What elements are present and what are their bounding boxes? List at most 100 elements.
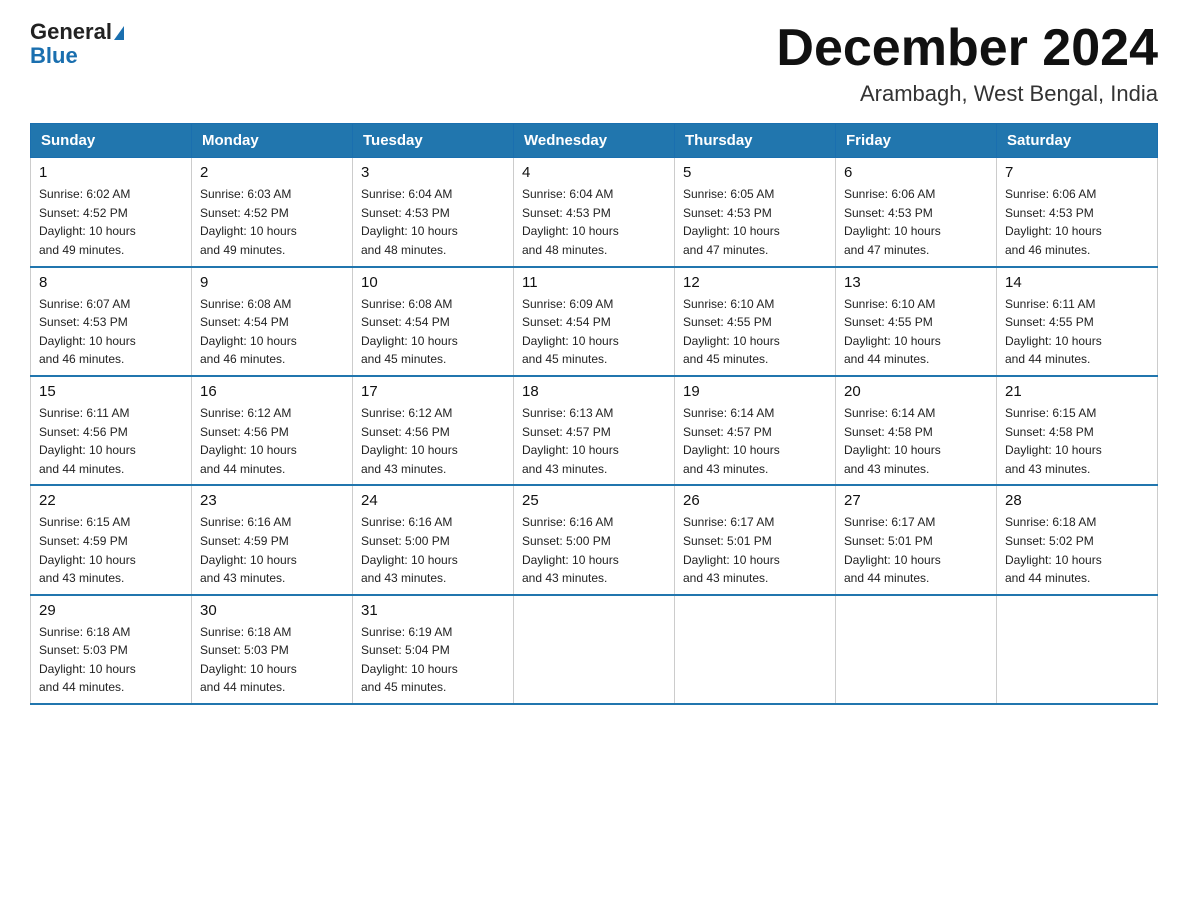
- day-number: 28: [1005, 492, 1149, 509]
- table-row: 30 Sunrise: 6:18 AMSunset: 5:03 PMDaylig…: [192, 595, 353, 704]
- table-row: 15 Sunrise: 6:11 AMSunset: 4:56 PMDaylig…: [31, 376, 192, 485]
- day-info: Sunrise: 6:17 AMSunset: 5:01 PMDaylight:…: [844, 513, 988, 587]
- col-wednesday: Wednesday: [514, 124, 675, 158]
- table-row: 3 Sunrise: 6:04 AMSunset: 4:53 PMDayligh…: [353, 158, 514, 267]
- table-row: 5 Sunrise: 6:05 AMSunset: 4:53 PMDayligh…: [675, 158, 836, 267]
- day-number: 10: [361, 274, 505, 291]
- table-row: 16 Sunrise: 6:12 AMSunset: 4:56 PMDaylig…: [192, 376, 353, 485]
- table-row: [836, 595, 997, 704]
- table-row: 1 Sunrise: 6:02 AMSunset: 4:52 PMDayligh…: [31, 158, 192, 267]
- day-number: 20: [844, 383, 988, 400]
- table-row: 27 Sunrise: 6:17 AMSunset: 5:01 PMDaylig…: [836, 485, 997, 594]
- table-row: 18 Sunrise: 6:13 AMSunset: 4:57 PMDaylig…: [514, 376, 675, 485]
- table-row: 26 Sunrise: 6:17 AMSunset: 5:01 PMDaylig…: [675, 485, 836, 594]
- table-row: 14 Sunrise: 6:11 AMSunset: 4:55 PMDaylig…: [997, 267, 1158, 376]
- day-info: Sunrise: 6:04 AMSunset: 4:53 PMDaylight:…: [522, 185, 666, 259]
- day-info: Sunrise: 6:09 AMSunset: 4:54 PMDaylight:…: [522, 295, 666, 369]
- table-row: [675, 595, 836, 704]
- day-info: Sunrise: 6:15 AMSunset: 4:59 PMDaylight:…: [39, 513, 183, 587]
- day-number: 17: [361, 383, 505, 400]
- day-info: Sunrise: 6:11 AMSunset: 4:55 PMDaylight:…: [1005, 295, 1149, 369]
- table-row: 31 Sunrise: 6:19 AMSunset: 5:04 PMDaylig…: [353, 595, 514, 704]
- day-number: 8: [39, 274, 183, 291]
- col-thursday: Thursday: [675, 124, 836, 158]
- logo-blue: Blue: [30, 43, 78, 68]
- day-number: 14: [1005, 274, 1149, 291]
- day-number: 29: [39, 602, 183, 619]
- calendar-week-row: 8 Sunrise: 6:07 AMSunset: 4:53 PMDayligh…: [31, 267, 1158, 376]
- day-number: 15: [39, 383, 183, 400]
- day-info: Sunrise: 6:07 AMSunset: 4:53 PMDaylight:…: [39, 295, 183, 369]
- table-row: 22 Sunrise: 6:15 AMSunset: 4:59 PMDaylig…: [31, 485, 192, 594]
- calendar-table: Sunday Monday Tuesday Wednesday Thursday…: [30, 123, 1158, 705]
- day-number: 7: [1005, 164, 1149, 181]
- col-sunday: Sunday: [31, 124, 192, 158]
- day-info: Sunrise: 6:06 AMSunset: 4:53 PMDaylight:…: [1005, 185, 1149, 259]
- calendar-header-row: Sunday Monday Tuesday Wednesday Thursday…: [31, 124, 1158, 158]
- calendar-week-row: 15 Sunrise: 6:11 AMSunset: 4:56 PMDaylig…: [31, 376, 1158, 485]
- col-tuesday: Tuesday: [353, 124, 514, 158]
- day-number: 3: [361, 164, 505, 181]
- day-info: Sunrise: 6:08 AMSunset: 4:54 PMDaylight:…: [200, 295, 344, 369]
- month-title: December 2024: [776, 20, 1158, 77]
- day-number: 26: [683, 492, 827, 509]
- location-title: Arambagh, West Bengal, India: [776, 81, 1158, 107]
- day-number: 18: [522, 383, 666, 400]
- day-info: Sunrise: 6:17 AMSunset: 5:01 PMDaylight:…: [683, 513, 827, 587]
- col-saturday: Saturday: [997, 124, 1158, 158]
- table-row: 2 Sunrise: 6:03 AMSunset: 4:52 PMDayligh…: [192, 158, 353, 267]
- table-row: 13 Sunrise: 6:10 AMSunset: 4:55 PMDaylig…: [836, 267, 997, 376]
- table-row: 29 Sunrise: 6:18 AMSunset: 5:03 PMDaylig…: [31, 595, 192, 704]
- table-row: 10 Sunrise: 6:08 AMSunset: 4:54 PMDaylig…: [353, 267, 514, 376]
- day-number: 30: [200, 602, 344, 619]
- calendar-week-row: 1 Sunrise: 6:02 AMSunset: 4:52 PMDayligh…: [31, 158, 1158, 267]
- table-row: 8 Sunrise: 6:07 AMSunset: 4:53 PMDayligh…: [31, 267, 192, 376]
- col-monday: Monday: [192, 124, 353, 158]
- day-number: 21: [1005, 383, 1149, 400]
- day-info: Sunrise: 6:15 AMSunset: 4:58 PMDaylight:…: [1005, 404, 1149, 478]
- day-info: Sunrise: 6:18 AMSunset: 5:03 PMDaylight:…: [200, 623, 344, 697]
- day-number: 19: [683, 383, 827, 400]
- day-number: 12: [683, 274, 827, 291]
- day-number: 27: [844, 492, 988, 509]
- day-info: Sunrise: 6:04 AMSunset: 4:53 PMDaylight:…: [361, 185, 505, 259]
- day-info: Sunrise: 6:02 AMSunset: 4:52 PMDaylight:…: [39, 185, 183, 259]
- table-row: 19 Sunrise: 6:14 AMSunset: 4:57 PMDaylig…: [675, 376, 836, 485]
- col-friday: Friday: [836, 124, 997, 158]
- day-number: 23: [200, 492, 344, 509]
- day-info: Sunrise: 6:13 AMSunset: 4:57 PMDaylight:…: [522, 404, 666, 478]
- day-number: 22: [39, 492, 183, 509]
- table-row: [514, 595, 675, 704]
- day-info: Sunrise: 6:19 AMSunset: 5:04 PMDaylight:…: [361, 623, 505, 697]
- table-row: 20 Sunrise: 6:14 AMSunset: 4:58 PMDaylig…: [836, 376, 997, 485]
- table-row: 17 Sunrise: 6:12 AMSunset: 4:56 PMDaylig…: [353, 376, 514, 485]
- day-info: Sunrise: 6:12 AMSunset: 4:56 PMDaylight:…: [361, 404, 505, 478]
- day-info: Sunrise: 6:14 AMSunset: 4:57 PMDaylight:…: [683, 404, 827, 478]
- day-number: 9: [200, 274, 344, 291]
- day-number: 4: [522, 164, 666, 181]
- day-number: 25: [522, 492, 666, 509]
- day-info: Sunrise: 6:18 AMSunset: 5:02 PMDaylight:…: [1005, 513, 1149, 587]
- day-info: Sunrise: 6:14 AMSunset: 4:58 PMDaylight:…: [844, 404, 988, 478]
- table-row: 11 Sunrise: 6:09 AMSunset: 4:54 PMDaylig…: [514, 267, 675, 376]
- day-number: 16: [200, 383, 344, 400]
- day-number: 13: [844, 274, 988, 291]
- table-row: 12 Sunrise: 6:10 AMSunset: 4:55 PMDaylig…: [675, 267, 836, 376]
- day-info: Sunrise: 6:10 AMSunset: 4:55 PMDaylight:…: [844, 295, 988, 369]
- day-number: 6: [844, 164, 988, 181]
- day-info: Sunrise: 6:10 AMSunset: 4:55 PMDaylight:…: [683, 295, 827, 369]
- page-header: GeneralBlue December 2024 Arambagh, West…: [30, 20, 1158, 107]
- day-info: Sunrise: 6:11 AMSunset: 4:56 PMDaylight:…: [39, 404, 183, 478]
- day-info: Sunrise: 6:16 AMSunset: 5:00 PMDaylight:…: [361, 513, 505, 587]
- day-info: Sunrise: 6:08 AMSunset: 4:54 PMDaylight:…: [361, 295, 505, 369]
- day-info: Sunrise: 6:16 AMSunset: 5:00 PMDaylight:…: [522, 513, 666, 587]
- table-row: 7 Sunrise: 6:06 AMSunset: 4:53 PMDayligh…: [997, 158, 1158, 267]
- day-number: 11: [522, 274, 666, 291]
- day-number: 5: [683, 164, 827, 181]
- table-row: 28 Sunrise: 6:18 AMSunset: 5:02 PMDaylig…: [997, 485, 1158, 594]
- calendar-week-row: 22 Sunrise: 6:15 AMSunset: 4:59 PMDaylig…: [31, 485, 1158, 594]
- day-number: 31: [361, 602, 505, 619]
- title-area: December 2024 Arambagh, West Bengal, Ind…: [776, 20, 1158, 107]
- day-info: Sunrise: 6:12 AMSunset: 4:56 PMDaylight:…: [200, 404, 344, 478]
- table-row: 21 Sunrise: 6:15 AMSunset: 4:58 PMDaylig…: [997, 376, 1158, 485]
